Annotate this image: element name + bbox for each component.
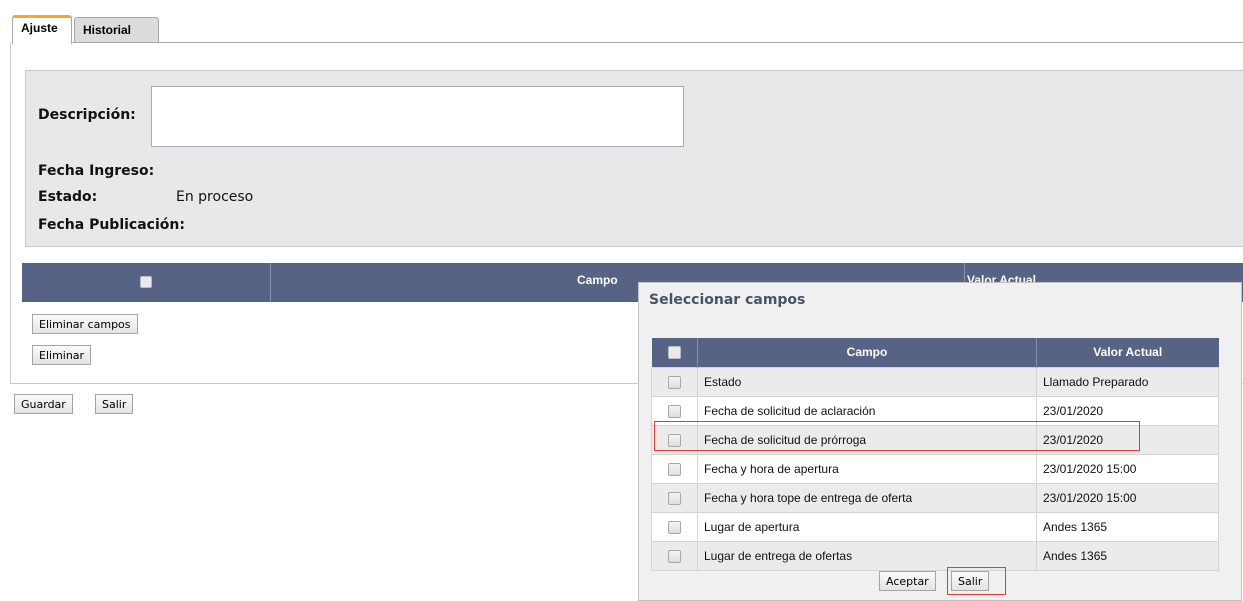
campo-cell: Fecha de solicitud de aclaración <box>697 395 1037 426</box>
dialog-salir-button[interactable]: Salir <box>951 571 990 591</box>
seleccionar-campos-dialog: Seleccionar campos Campo Valor Actual Es… <box>638 282 1242 601</box>
campo-column-header: Campo <box>697 338 1037 367</box>
fecha-publicacion-label: Fecha Publicación: <box>38 217 185 233</box>
row-checkbox[interactable] <box>668 549 681 563</box>
valor-actual-column-header: Valor Actual <box>1036 338 1219 367</box>
campo-cell: Fecha y hora tope de entrega de oferta <box>697 482 1037 513</box>
seleccionar-campos-table: Campo Valor Actual Estado Llamado Prepar… <box>651 338 1219 571</box>
row-checkbox[interactable] <box>668 375 681 389</box>
tab-historial[interactable]: Historial <box>74 17 159 43</box>
table-row[interactable]: Estado Llamado Preparado <box>651 366 1219 397</box>
campo-cell: Lugar de apertura <box>697 511 1037 542</box>
select-all-checkbox[interactable] <box>140 276 152 288</box>
valor-cell: 23/01/2020 <box>1036 395 1219 426</box>
select-all-checkbox[interactable] <box>667 346 681 360</box>
valor-cell: 23/01/2020 <box>1036 424 1219 455</box>
column-divider <box>270 263 271 302</box>
table-header-row: Campo Valor Actual <box>651 338 1219 367</box>
campo-cell: Fecha y hora de apertura <box>697 453 1037 484</box>
table-row[interactable]: Fecha de solicitud de aclaración 23/01/2… <box>651 395 1219 426</box>
campo-column-header[interactable]: Campo <box>577 273 618 287</box>
row-checkbox[interactable] <box>668 491 681 505</box>
row-checkbox[interactable] <box>668 404 681 418</box>
row-checkbox[interactable] <box>668 462 681 476</box>
eliminar-button[interactable]: Eliminar <box>32 345 92 365</box>
guardar-button[interactable]: Guardar <box>14 394 73 414</box>
eliminar-campos-button[interactable]: Eliminar campos <box>32 314 138 334</box>
table-row[interactable]: Fecha y hora de apertura 23/01/2020 15:0… <box>651 453 1219 484</box>
estado-label: Estado: <box>38 189 98 205</box>
table-row[interactable]: Lugar de entrega de ofertas Andes 1365 <box>651 540 1219 571</box>
row-checkbox[interactable] <box>668 433 681 447</box>
valor-cell: 23/01/2020 15:00 <box>1036 453 1219 484</box>
table-row[interactable]: Fecha y hora tope de entrega de oferta 2… <box>651 482 1219 513</box>
campo-cell: Fecha de solicitud de prórroga <box>697 424 1037 455</box>
valor-cell: Andes 1365 <box>1036 540 1219 571</box>
table-row[interactable]: Fecha de solicitud de prórroga 23/01/202… <box>651 424 1219 455</box>
tab-ajuste[interactable]: Ajuste <box>12 15 72 44</box>
select-all-column <box>651 338 698 367</box>
campo-cell: Lugar de entrega de ofertas <box>697 540 1037 571</box>
valor-cell: Andes 1365 <box>1036 511 1219 542</box>
table-row[interactable]: Lugar de apertura Andes 1365 <box>651 511 1219 542</box>
row-checkbox[interactable] <box>668 520 681 534</box>
valor-cell: 23/01/2020 15:00 <box>1036 482 1219 513</box>
info-panel: Descripción: Fecha Ingreso: Estado: En p… <box>25 70 1243 247</box>
fecha-ingreso-label: Fecha Ingreso: <box>38 163 155 179</box>
aceptar-button[interactable]: Aceptar <box>879 571 936 591</box>
descripcion-label: Descripción: <box>38 107 136 123</box>
salir-button[interactable]: Salir <box>95 394 134 414</box>
valor-cell: Llamado Preparado <box>1036 366 1219 397</box>
descripcion-field[interactable] <box>151 86 684 147</box>
estado-value: En proceso <box>176 189 254 205</box>
dialog-title: Seleccionar campos <box>649 292 806 308</box>
campo-cell: Estado <box>697 366 1037 397</box>
